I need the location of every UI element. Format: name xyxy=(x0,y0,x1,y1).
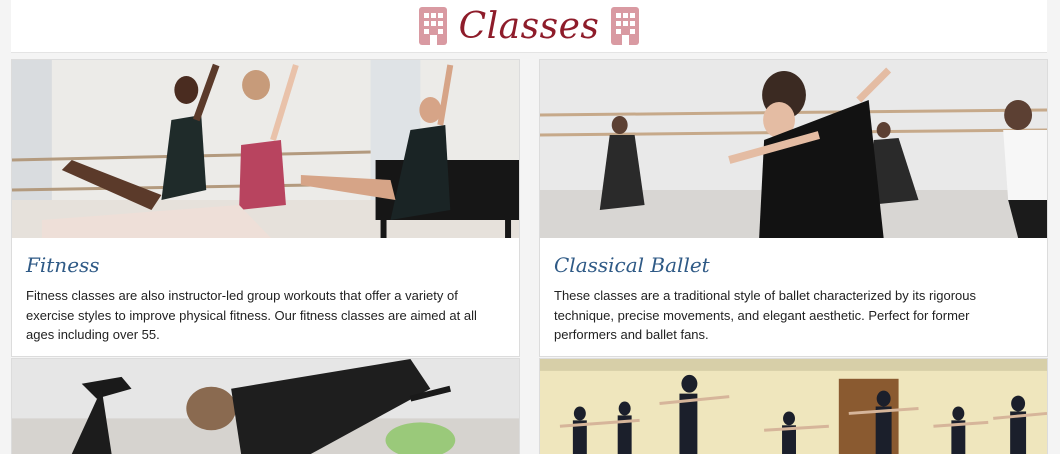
dancers-at-barre-photo xyxy=(12,60,519,238)
card-title: Classical Ballet xyxy=(554,253,710,277)
card-description: Fitness classes are also instructor-led … xyxy=(26,288,477,342)
building-icon xyxy=(611,7,640,45)
floor-exercise-photo[interactable] xyxy=(11,358,520,454)
page-header: Classes xyxy=(11,0,1047,53)
card-description: These classes are a traditional style of… xyxy=(554,288,976,342)
contemporary-dance-class-photo xyxy=(540,60,1047,238)
ballet-class-studio-photo[interactable] xyxy=(539,358,1048,454)
building-icon xyxy=(418,7,447,45)
class-card-fitness[interactable]: Fitness Fitness classes are also instruc… xyxy=(11,59,520,357)
page-title: Classes xyxy=(458,5,600,47)
class-card-classical-ballet[interactable]: Classical Ballet These classes are a tra… xyxy=(539,59,1048,357)
card-title: Fitness xyxy=(26,253,100,277)
